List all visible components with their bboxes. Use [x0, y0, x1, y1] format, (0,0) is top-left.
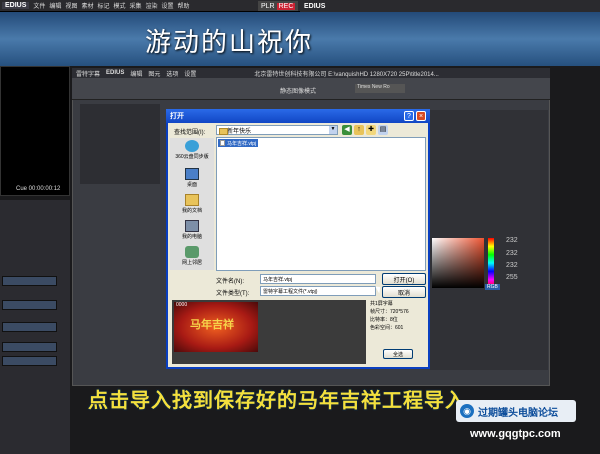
watermark-url: www.gqgtpc.com — [470, 428, 561, 440]
track-row[interactable] — [2, 300, 57, 310]
titler-menu-options[interactable]: 选项 — [166, 69, 178, 78]
desktop-icon — [185, 168, 199, 180]
watermark-badge: ◉ 过期罐头电脑论坛 — [456, 400, 576, 422]
titler-menu-settings[interactable]: 设置 — [184, 69, 196, 78]
menu-edit[interactable]: 编辑 — [49, 1, 61, 10]
filetype-select[interactable]: 雷特字幕工程文件(*.vtpj) — [260, 286, 376, 296]
network-icon — [185, 246, 199, 258]
list-item[interactable]: 马年吉祥.vtpj — [218, 139, 259, 147]
preview-code: 0000 — [176, 302, 188, 308]
titler-menu-object[interactable]: 图元 — [148, 69, 160, 78]
titler-menu-edit[interactable]: 编辑 — [130, 69, 142, 78]
track-row[interactable] — [2, 356, 57, 366]
filetype-label: 文件类型(T): — [216, 291, 250, 297]
file-list[interactable] — [216, 137, 426, 271]
titler-title: 雷特字幕 — [76, 71, 101, 78]
documents-icon — [185, 194, 199, 206]
cue-timecode: Cue 00:00:00:12 — [16, 186, 61, 192]
menu-clip[interactable]: 素材 — [81, 1, 93, 10]
tutorial-caption: 点击导入找到保存好的马年吉祥工程导入 — [88, 388, 466, 412]
up-folder-icon[interactable]: ↑ — [354, 125, 364, 135]
menu-marker[interactable]: 标记 — [97, 1, 109, 10]
lookin-select[interactable]: 新年快乐 — [216, 125, 338, 135]
color-value-r[interactable]: 232 — [506, 237, 518, 244]
cloud-icon — [185, 140, 199, 152]
views-menu-icon[interactable]: ▤ — [378, 125, 388, 135]
banner-title: 游动的山祝你 — [145, 28, 314, 58]
menu-settings[interactable]: 设置 — [162, 1, 174, 10]
filename-input[interactable]: 马年吉祥.vtpj — [260, 274, 376, 284]
color-value-g[interactable]: 232 — [506, 250, 518, 257]
edius-logo: EDIUS — [2, 2, 30, 9]
edius-right-bar: EDIUS — [300, 0, 600, 12]
select-all-button[interactable]: 全选 — [383, 349, 413, 359]
plr-indicator: PLR REC — [258, 1, 299, 11]
menu-render[interactable]: 渲染 — [146, 1, 158, 10]
place-cloud[interactable]: 360云盘同步版 — [170, 140, 214, 170]
cancel-button[interactable]: 取消 — [382, 286, 426, 298]
new-folder-icon[interactable]: ✚ — [366, 125, 376, 135]
track-row[interactable] — [2, 322, 57, 332]
preview-info: 共1屏字幕 帧尺寸：720*576 比特率：8位 色彩空间：601 — [370, 300, 424, 348]
menu-help[interactable]: 帮助 — [178, 1, 190, 10]
titler-canvas[interactable] — [80, 104, 160, 184]
watermark-logo-icon: ◉ — [460, 404, 474, 418]
dialog-title: 打开 — [166, 109, 430, 123]
menu-capture[interactable]: 采集 — [130, 1, 142, 10]
static-image-checkbox-label[interactable]: 静态图像模式 — [280, 86, 316, 95]
back-icon[interactable]: ◀ — [342, 125, 352, 135]
file-icon — [220, 140, 225, 146]
edius-logo-right: EDIUS — [304, 2, 326, 10]
rgb-mode-button[interactable]: RGB — [485, 284, 500, 290]
track-row[interactable] — [2, 276, 57, 286]
color-value-b[interactable]: 232 — [506, 262, 518, 269]
preview-title: 马年吉祥 — [190, 318, 234, 331]
rec-badge: REC — [276, 2, 296, 10]
color-value-a[interactable]: 255 — [506, 274, 518, 281]
chevron-down-icon[interactable]: ▼ — [329, 126, 337, 134]
lookin-label: 查找范围(I): — [174, 130, 206, 136]
help-button[interactable]: ? — [404, 111, 414, 121]
hue-slider[interactable] — [488, 238, 494, 288]
titler-toolbar: 静态图像模式 — [72, 78, 550, 100]
menu-view[interactable]: 视图 — [65, 1, 77, 10]
titler-path: 北京雷特世创科技有限公司 E:\vanquishHD 1280X720 25P\… — [254, 71, 439, 78]
place-network[interactable]: 网上邻居 — [170, 246, 214, 276]
track-row[interactable] — [2, 342, 57, 352]
open-button[interactable]: 打开(O) — [382, 273, 426, 285]
titler-logo: EDIUS — [106, 70, 125, 76]
font-select[interactable]: Times New Ro — [355, 84, 405, 93]
player-monitor — [0, 66, 70, 196]
titler-titlebar: 雷特字幕 EDIUS 编辑 图元 选项 设置 北京雷特世创科技有限公司 E:\v… — [72, 68, 550, 78]
watermark-text: 过期罐头电脑论坛 — [478, 407, 558, 419]
close-button[interactable]: × — [416, 111, 426, 121]
color-picker-gradient[interactable] — [432, 238, 484, 288]
filename-label: 文件名(N): — [216, 279, 244, 285]
computer-icon — [185, 220, 199, 232]
menu-mode[interactable]: 模式 — [113, 1, 125, 10]
menu-file[interactable]: 文件 — [33, 1, 45, 10]
